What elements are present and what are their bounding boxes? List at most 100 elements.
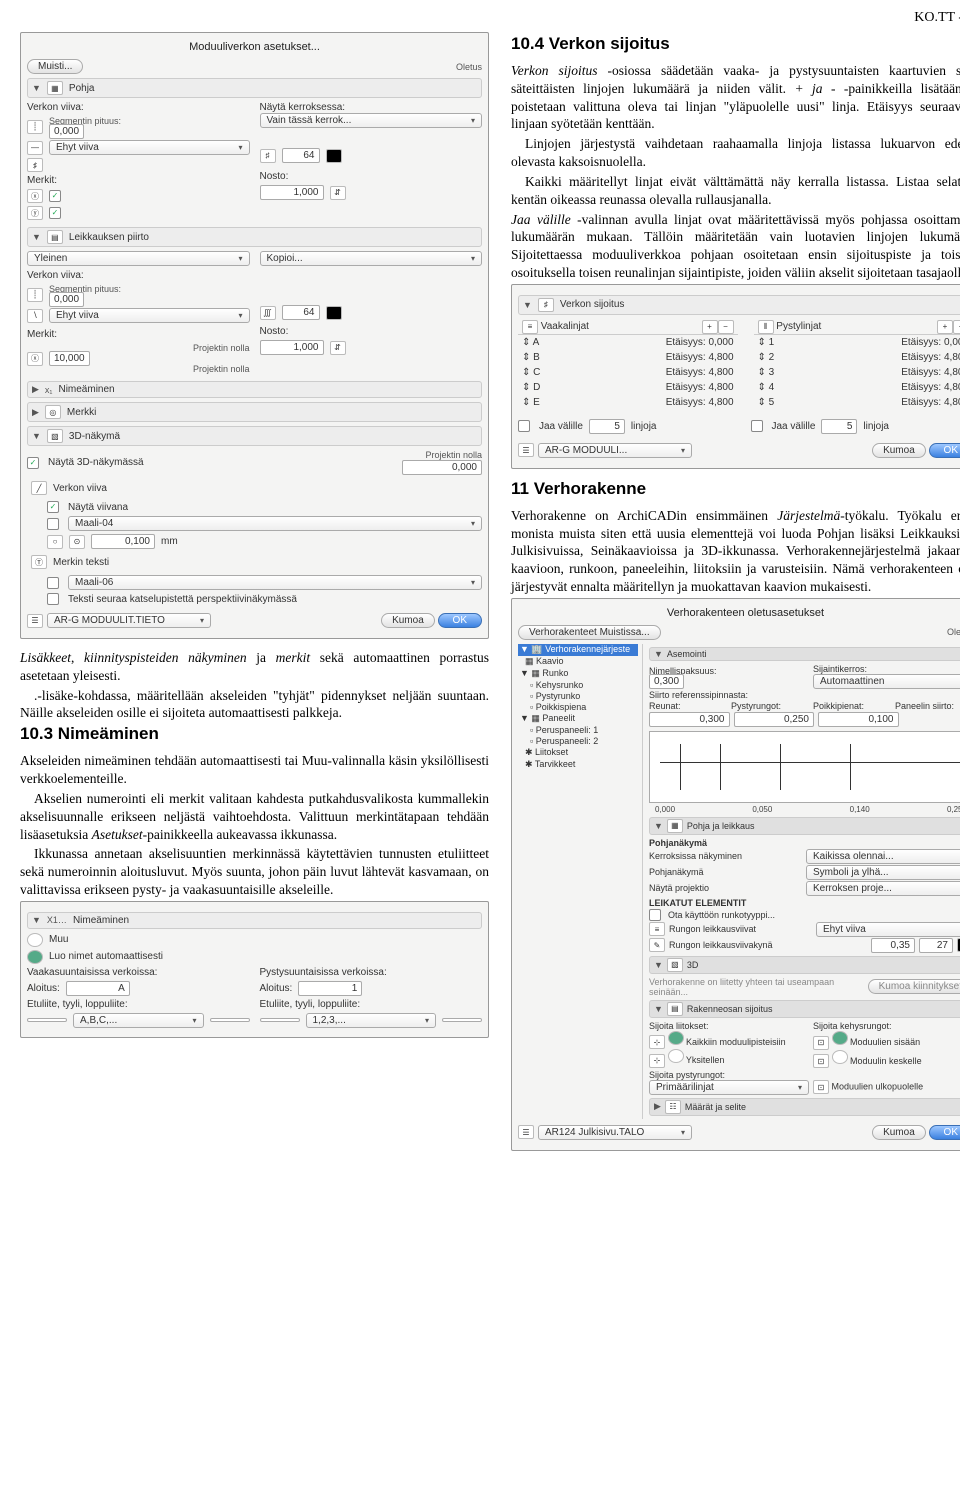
checkbox[interactable]: ✓	[47, 501, 59, 513]
line-row[interactable]: ⇕ 1Etäisyys: 0,000	[754, 335, 960, 350]
checkbox[interactable]: ✓	[49, 207, 61, 219]
tree-item-selected[interactable]: ▼ 🏢 Verhorakennejärjeste	[518, 644, 638, 656]
radio[interactable]	[27, 933, 43, 947]
select[interactable]: Ehyt viiva	[816, 922, 960, 937]
sec-asemointi[interactable]: ▼Asemointi	[649, 647, 960, 661]
yleinen-select[interactable]: Yleinen	[27, 251, 250, 266]
pen-icon[interactable]: ✎	[649, 938, 665, 952]
tree-item[interactable]: ▫ Pystyrunko	[518, 691, 638, 702]
radio-selected[interactable]	[27, 950, 43, 964]
color-swatch[interactable]	[326, 149, 342, 163]
opt-icon[interactable]: ⊹	[649, 1035, 665, 1049]
color-swatch[interactable]	[326, 306, 342, 320]
ok-button[interactable]: OK	[438, 613, 482, 628]
section-merkki[interactable]: ▶ ◎ Merkki	[27, 402, 482, 422]
segment-length-input[interactable]: 0,000	[49, 124, 84, 139]
checkbox[interactable]	[47, 518, 59, 530]
input[interactable]: 0,100	[818, 712, 899, 727]
input[interactable]: 0,35	[871, 938, 915, 953]
tree-item[interactable]: ▫ Peruspaneeli: 1	[518, 725, 638, 736]
pen-input[interactable]: 64	[282, 305, 320, 320]
marker-x-icon[interactable]: ⓧ	[27, 189, 43, 203]
suffix-input[interactable]	[442, 1018, 482, 1022]
tree-item[interactable]: ✱ Tarvikkeet	[518, 759, 638, 771]
tree-item[interactable]: ▫ Poikkispiena	[518, 702, 638, 713]
grid-icon[interactable]: ♯	[260, 149, 276, 163]
checkbox[interactable]	[47, 577, 59, 589]
tree-item[interactable]: ▼ ▦ Paneelit	[518, 713, 638, 725]
tree-item[interactable]: ▫ Peruspaneeli: 2	[518, 736, 638, 747]
start-input[interactable]: A	[66, 981, 130, 996]
cancel-button[interactable]: Kumoa	[872, 1125, 926, 1140]
circle-icon[interactable]: ○	[47, 535, 63, 549]
checkbox[interactable]: ✓	[49, 190, 61, 202]
sec-rakenneosan[interactable]: ▼▤Rakenneosan sijoitus	[649, 1000, 960, 1018]
material-select[interactable]: Maali-04	[68, 516, 482, 531]
tree-item[interactable]: ✱ Liitokset	[518, 747, 638, 759]
kopioi-select[interactable]: Kopioi...	[260, 251, 483, 266]
grid-icon[interactable]: ♯	[27, 158, 43, 172]
layer-icon[interactable]: ☰	[518, 1125, 534, 1139]
line-row[interactable]: ⇕ 3Etäisyys: 4,800	[754, 365, 960, 380]
opt-icon[interactable]: ⊡	[813, 1036, 829, 1050]
line-row[interactable]: ⇕ 2Etäisyys: 4,800	[754, 350, 960, 365]
tube-icon[interactable]: ⊙	[69, 535, 85, 549]
select[interactable]: Kerroksen proje...	[806, 881, 960, 896]
sec-maarat[interactable]: ▶☷Määrät ja selite	[649, 1098, 960, 1116]
section-pohja[interactable]: ▼ ▦ Pohja	[27, 78, 482, 98]
line-row[interactable]: ⇕ BEtäisyys: 4,800	[518, 350, 738, 365]
input[interactable]: 0,250	[734, 712, 815, 727]
radio[interactable]	[832, 1050, 848, 1064]
tree-item[interactable]: ▼ ▦ Runko	[518, 668, 638, 680]
checkbox[interactable]	[649, 909, 661, 921]
radio[interactable]	[668, 1031, 684, 1045]
sec-pohja-leikkaus[interactable]: ▼▦Pohja ja leikkaus	[649, 817, 960, 835]
suffix-input[interactable]	[210, 1018, 250, 1022]
start-input[interactable]: 1	[298, 981, 362, 996]
segment-length-input[interactable]: 0,000	[49, 292, 84, 307]
nosto-icon[interactable]: ⇵	[330, 186, 346, 200]
pen-input[interactable]: 64	[282, 148, 320, 163]
layer-select[interactable]: AR124 Julkisivu.TALO	[538, 1125, 692, 1140]
line-row[interactable]: ⇕ 5Etäisyys: 4,800	[754, 395, 960, 410]
select[interactable]: Primäärilinjat	[649, 1080, 809, 1095]
layer-select[interactable]: AR-G MODUULIT.TIETO	[47, 613, 211, 628]
tree-item[interactable]: ▫ Kehysrunko	[518, 680, 638, 691]
floor-select[interactable]: Vain tässä kerrok...	[260, 113, 483, 128]
default-label[interactable]: Oletus	[947, 627, 960, 637]
line-row[interactable]: ⇕ EEtäisyys: 4,800	[518, 395, 738, 410]
cancel-button[interactable]: Kumoa	[381, 613, 435, 628]
minus-button[interactable]: −	[718, 320, 734, 334]
select[interactable]: Symboli ja ylhä...	[806, 865, 960, 880]
select[interactable]: Automaattinen	[813, 674, 960, 689]
section-nimeaminen[interactable]: ▼ X1… Nimeäminen	[27, 912, 482, 929]
line-row[interactable]: ⇕ 4Etäisyys: 4,800	[754, 380, 960, 395]
line-solid-icon[interactable]: —	[27, 141, 43, 155]
section-nimeaminen[interactable]: ▶ x₁ Nimeäminen	[27, 381, 482, 398]
section-3d[interactable]: ▼ ▧ 3D-näkymä	[27, 426, 482, 446]
count-input[interactable]: 5	[589, 419, 625, 434]
style-select[interactable]: 1,2,3,...	[306, 1013, 437, 1028]
style-select[interactable]: A,B,C,...	[73, 1013, 204, 1028]
line-type-icon[interactable]: ┊	[27, 288, 43, 302]
layer-icon[interactable]: ☰	[27, 614, 43, 628]
line-style-select[interactable]: Ehyt viiva	[49, 308, 250, 323]
select[interactable]: Kaikissa olennai...	[806, 849, 960, 864]
memory-button[interactable]: Muisti...	[27, 59, 83, 74]
section-leikkaus[interactable]: ▼ ▤ Leikkauksen piirto	[27, 227, 482, 247]
nosto-icon[interactable]: ⇵	[330, 341, 346, 355]
nosto-input[interactable]: 1,000	[260, 185, 324, 200]
opt-icon[interactable]: ⊡	[813, 1054, 829, 1068]
line-row[interactable]: ⇕ AEtäisyys: 0,000	[518, 335, 738, 350]
value-input[interactable]: 10,000	[49, 351, 90, 366]
default-label[interactable]: Oletus	[456, 62, 482, 72]
sec-3d[interactable]: ▼▧3D	[649, 956, 960, 974]
section-verkon-sijoitus[interactable]: ▼ ♯ Verkon sijoitus	[518, 295, 960, 315]
checkbox[interactable]	[47, 593, 59, 605]
button[interactable]: Kumoa kiinnitykset	[868, 979, 960, 994]
radio[interactable]	[832, 1031, 848, 1045]
opt-icon[interactable]: ⊹	[649, 1054, 665, 1068]
input[interactable]: 0,300	[649, 712, 730, 727]
count-input[interactable]: 5	[821, 419, 857, 434]
checkbox[interactable]: ✓	[27, 457, 39, 469]
